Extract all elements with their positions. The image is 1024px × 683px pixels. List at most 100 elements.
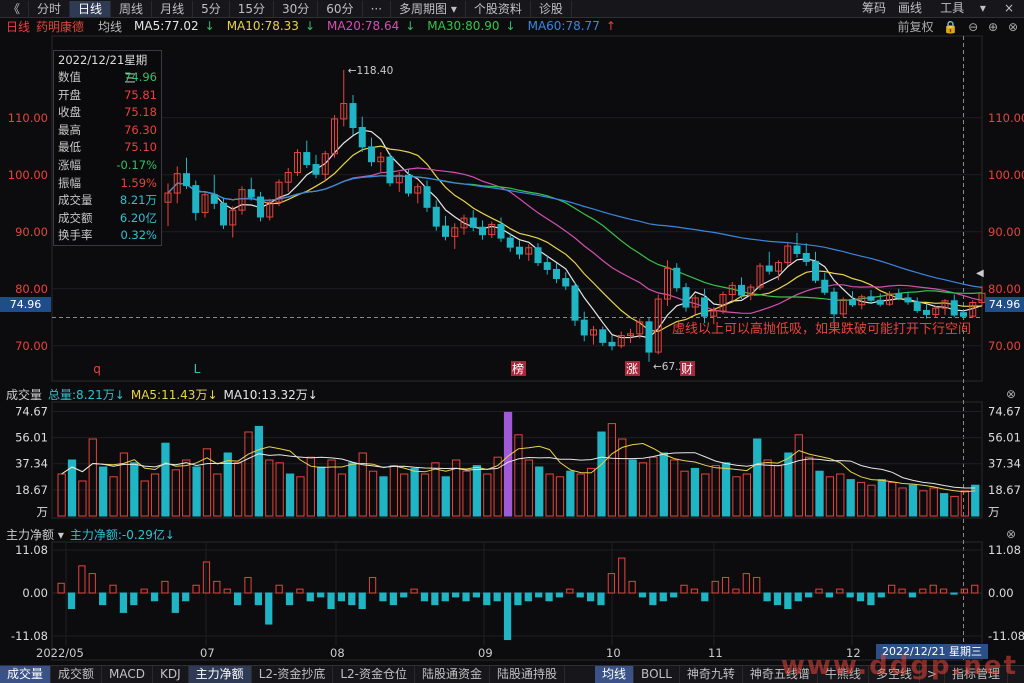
panel-frame — [51, 401, 983, 519]
info-row: 收盘 75.18 — [54, 104, 161, 122]
candle-body — [959, 312, 968, 317]
volume-bar — [514, 434, 523, 517]
volume-bar — [805, 456, 814, 517]
volume-bar — [472, 465, 482, 517]
volume-bar — [535, 466, 544, 517]
candle-body — [867, 296, 875, 301]
price-tick-right: 110.00 — [988, 111, 1024, 125]
flow-bar — [950, 592, 958, 595]
flow-bar — [908, 592, 917, 598]
flow-bar — [379, 592, 387, 602]
volume-bar — [545, 473, 554, 517]
info-row: 成交量 8.21万 — [54, 192, 161, 210]
flow-bar — [213, 580, 221, 594]
indicator-tab[interactable]: BOLL — [634, 666, 680, 683]
flow-bar — [150, 592, 159, 602]
flow-bar — [503, 592, 512, 641]
indicator-tab[interactable]: 陆股通持股 — [490, 666, 566, 683]
indicator-tab[interactable]: 成交额 — [51, 666, 103, 683]
volume-bar — [109, 476, 118, 517]
info-value: 6.20亿 — [119, 210, 157, 225]
high-price-label: ←118.40 — [348, 65, 394, 77]
info-key: 成交额 — [58, 210, 93, 225]
candle-body — [562, 278, 570, 287]
flow-bar — [701, 592, 709, 602]
flow-bar — [659, 592, 667, 602]
indicator-tab[interactable]: 主力净额 — [188, 666, 252, 683]
volume-bar — [815, 470, 824, 517]
flow-bar — [317, 592, 325, 598]
flow-title[interactable]: 主力净额 ▾ — [6, 526, 64, 543]
event-mark: L — [194, 362, 201, 376]
volume-bar — [265, 459, 274, 517]
volume-tick-left: 56.01 — [15, 431, 48, 445]
candle-body — [682, 287, 690, 308]
volume-bar — [836, 473, 845, 517]
close-icon[interactable]: ⊗ — [1006, 387, 1016, 401]
info-value: 0.32% — [120, 228, 157, 243]
indicator-tab[interactable]: L2-资金仓位 — [333, 666, 415, 683]
volume-ma10: MA10:13.32万↓ — [223, 387, 318, 402]
candle-body — [645, 321, 653, 353]
indicator-tab[interactable]: 陆股通资金 — [415, 666, 491, 683]
volume-bar — [182, 459, 191, 517]
info-value: 75.81 — [124, 87, 157, 102]
info-weekday: 星期三 — [124, 53, 148, 85]
indicator-tab[interactable]: MACD — [102, 666, 154, 683]
flow-bar — [233, 592, 242, 606]
indicator-tab[interactable]: 神奇九转 — [680, 666, 743, 683]
flow-bar — [348, 592, 356, 606]
annotation-text: 虚线以上可以高抛低吸，如果跌破可能打开下行空间 — [672, 322, 972, 337]
candle-body — [441, 225, 450, 237]
flow-bar — [607, 573, 615, 594]
flow-bar — [711, 580, 719, 594]
candle-body — [821, 279, 829, 293]
indicator-tab[interactable]: 成交量 — [0, 666, 52, 683]
price-tick-right: 90.00 — [988, 225, 1021, 239]
flow-bar — [265, 592, 273, 625]
flow-bar — [960, 588, 968, 594]
date-tick: 09 — [478, 646, 493, 660]
volume-legend: 成交量 总量:8.21万↓ MA5:11.43万↓ MA10:13.32万↓ ⊗ — [0, 386, 1024, 402]
volume-bar — [57, 473, 66, 517]
price-tick-right: 80.00 — [988, 282, 1021, 296]
volume-bar — [794, 434, 803, 517]
candle-body — [802, 252, 810, 262]
flow-value: 主力净额:-0.29亿↓ — [69, 527, 175, 542]
info-value: 75.10 — [124, 140, 157, 155]
candle-body — [700, 297, 709, 317]
candle-body — [543, 262, 551, 270]
volume-bar — [296, 476, 305, 517]
info-row: 数值 74.96 — [54, 69, 161, 87]
price-tick-left: 80.00 — [15, 282, 48, 296]
volume-bar — [971, 484, 980, 517]
close-icon[interactable]: ⊗ — [1006, 527, 1016, 541]
volume-bar — [441, 476, 450, 517]
price-tick-left: 70.00 — [15, 339, 48, 353]
volume-bar — [379, 476, 388, 517]
flow-bar — [867, 592, 875, 606]
volume-bar — [337, 473, 347, 517]
date-tick: 2022/05 — [36, 646, 84, 660]
indicator-tab[interactable]: L2-资金抄底 — [252, 666, 334, 683]
indicator-tab[interactable]: KDJ — [153, 666, 189, 683]
info-value: 75.18 — [124, 105, 157, 120]
info-value: 76.30 — [124, 122, 157, 137]
flow-bar — [618, 557, 626, 594]
candle-body — [848, 299, 857, 306]
volume-bar — [254, 425, 264, 517]
candle-body — [922, 309, 931, 315]
info-row: 最低 75.10 — [54, 139, 161, 157]
volume-tick-right: 万 — [988, 505, 1000, 519]
volume-title[interactable]: 成交量 — [6, 386, 42, 403]
volume-bar — [99, 466, 108, 517]
flow-tick-right: 11.08 — [988, 543, 1021, 557]
candle-body — [811, 260, 820, 281]
flow-tick-left: 11.08 — [15, 543, 48, 557]
info-date-value: 2022/12/21 — [58, 53, 125, 67]
volume-bar — [784, 452, 793, 517]
candle-body — [515, 246, 524, 255]
flow-bar — [566, 588, 574, 594]
indicator-tab[interactable]: 均线 — [595, 666, 635, 683]
price-tick-left: 110.00 — [8, 111, 48, 125]
